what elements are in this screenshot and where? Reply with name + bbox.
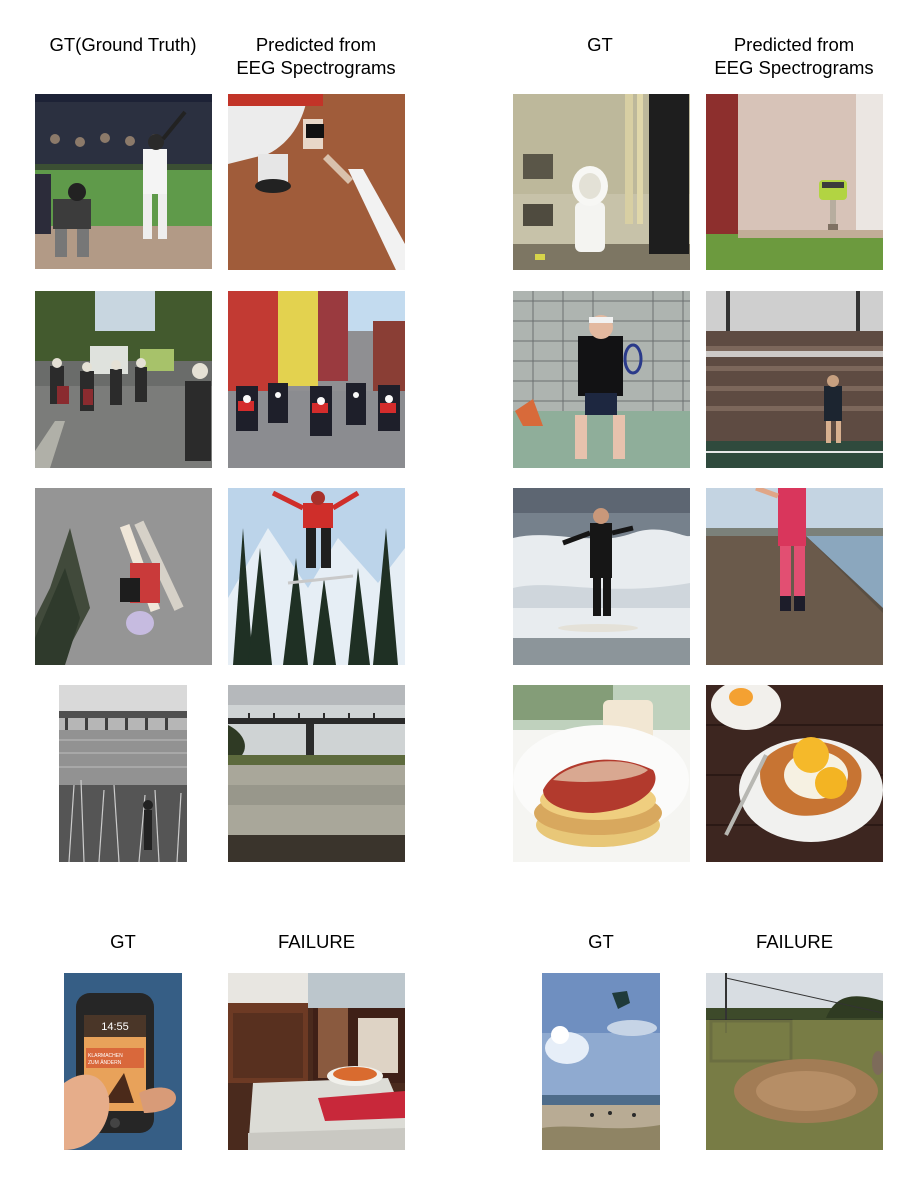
predicted-image-skier [228,488,405,665]
gt-image-baseball [35,94,212,269]
header-right-ground-truth: GT [587,34,613,55]
phone-banner: KLARMACHEN [88,1053,123,1059]
svg-text:ZUM ÄNDERN: ZUM ÄNDERN [88,1059,122,1066]
predicted-image-toilet [706,94,883,270]
predicted-image-motorbikes [228,291,405,468]
predicted-image-baseball [228,94,405,270]
gt-image-kitesurf-beach [542,973,660,1150]
gt-image-toilet [513,94,690,270]
header-right-predicted: Predicted from EEG Spectrograms [714,34,874,78]
phone-time: 14:55 [101,1021,129,1033]
predicted-image-tennis [706,291,883,468]
gt-image-motorbikes [35,291,212,468]
gt-image-bridge [59,685,187,862]
predicted-image-bridge [228,685,405,862]
header-failure-left-ground-truth: GT [110,931,136,952]
header-left-ground-truth: GT(Ground Truth) [49,34,197,55]
predicted-image-pink-suit [706,488,883,665]
header-failure-right-ground-truth: GT [588,931,614,952]
gt-image-surfer [513,488,690,665]
gt-image-pancake [513,685,690,862]
predicted-image-egg-toast [706,685,883,862]
predicted-image-table-failure [228,973,405,1150]
header-failure-right: FAILURE [755,931,834,952]
gt-image-skier [35,488,212,665]
header-left-predicted: Predicted from EEG Spectrograms [236,34,396,78]
gt-image-tennis [513,291,690,468]
predicted-image-field-failure [706,973,883,1150]
header-failure-left: FAILURE [277,931,356,952]
gt-image-phone: 14:55 KLARMACHEN ZUM ÄNDERN [64,973,182,1150]
